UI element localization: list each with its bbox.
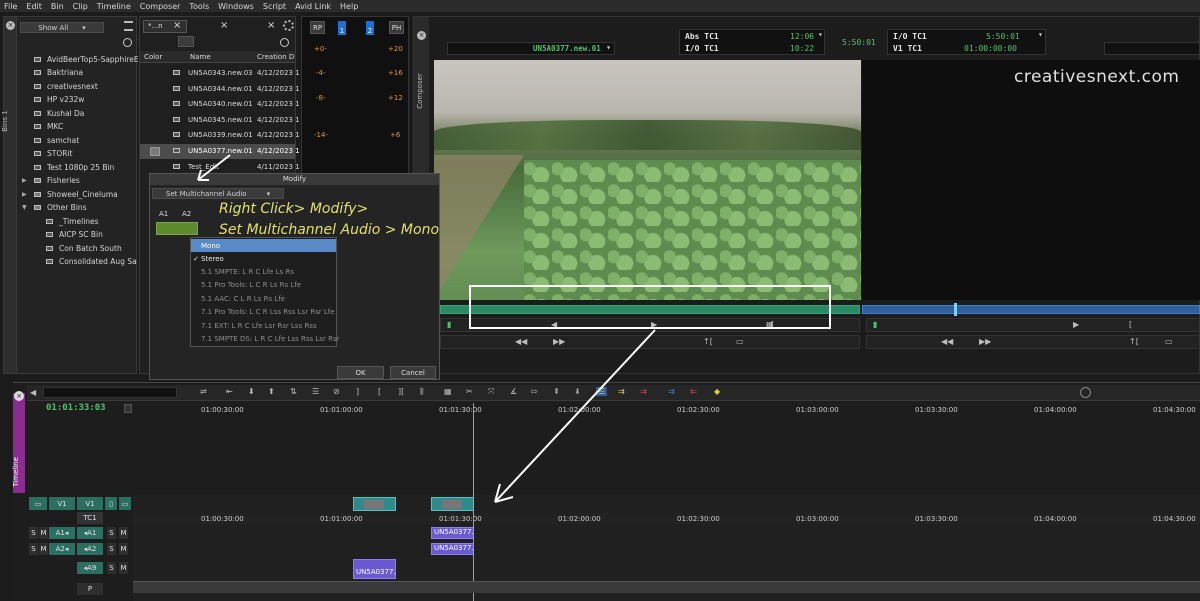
annotation-overlay — [197, 154, 831, 503]
arrow-to-timeline — [494, 329, 656, 503]
highlight-box — [469, 285, 831, 329]
arrow-to-modify — [197, 154, 231, 181]
